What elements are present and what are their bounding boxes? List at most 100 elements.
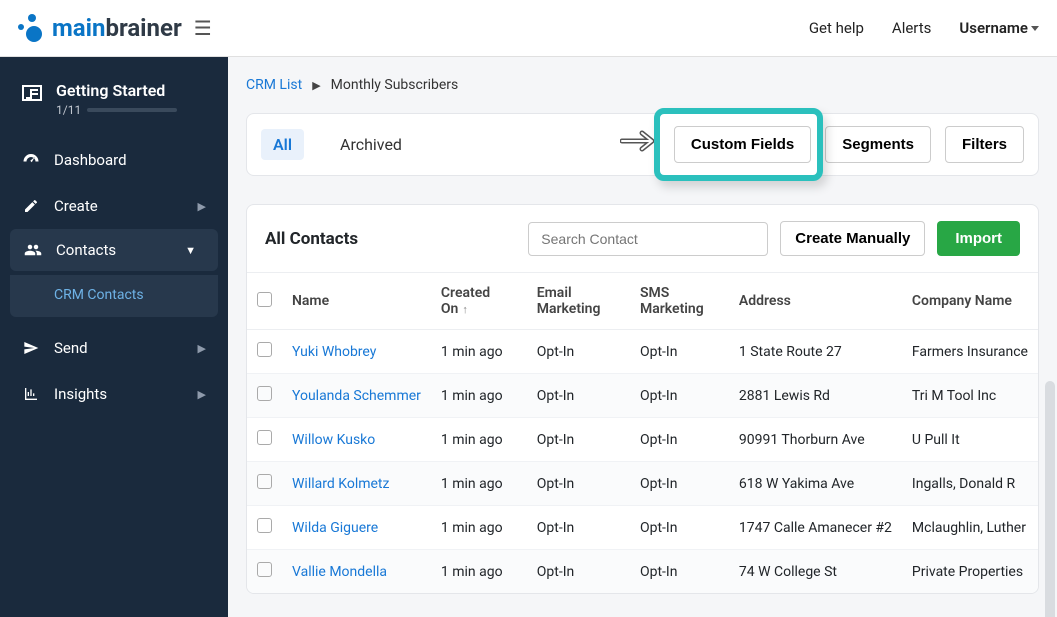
contact-name-link[interactable]: Youlanda Schemmer (292, 388, 421, 404)
paper-plane-icon (22, 339, 40, 357)
row-checkbox[interactable] (257, 430, 272, 445)
table-row[interactable]: Youlanda Schemmer1 min agoOpt-InOpt-In28… (247, 374, 1038, 418)
sidebar-item-insights[interactable]: Insights ▶ (0, 371, 228, 417)
cell-company: Mclaughlin, Luther (902, 506, 1038, 550)
contact-name-link[interactable]: Willard Kolmetz (292, 476, 389, 492)
search-input[interactable] (528, 222, 768, 256)
chevron-right-icon: ▶ (198, 342, 206, 355)
sidebar-item-label: Insights (54, 385, 107, 403)
row-checkbox[interactable] (257, 386, 272, 401)
table-row[interactable]: Willard Kolmetz1 min agoOpt-InOpt-In618 … (247, 462, 1038, 506)
cell-sms: Opt-In (630, 330, 729, 374)
col-company[interactable]: Company Name (902, 273, 1038, 330)
row-checkbox[interactable] (257, 474, 272, 489)
chart-icon (22, 385, 40, 403)
logo-text-sub: brainer (105, 14, 181, 42)
sidebar-subitem-crm-contacts[interactable]: CRM Contacts (10, 275, 218, 317)
chevron-right-icon: ▶ (198, 388, 206, 401)
create-manually-button[interactable]: Create Manually (780, 221, 925, 256)
topbar-right: Get help Alerts Username (809, 19, 1039, 37)
tab-all[interactable]: All (261, 129, 304, 160)
import-button[interactable]: Import (937, 221, 1020, 256)
cell-sms: Opt-In (630, 418, 729, 462)
sidebar-item-label: Send (54, 339, 88, 357)
cell-email: Opt-In (527, 594, 630, 595)
cell-sms: Opt-In (630, 506, 729, 550)
gauge-icon (22, 151, 40, 169)
cell-sms: Opt-In (630, 374, 729, 418)
sidebar-item-dashboard[interactable]: Dashboard (0, 137, 228, 183)
pencil-icon (22, 197, 40, 215)
col-email-marketing[interactable]: Email Marketing (527, 273, 630, 330)
col-sms-marketing[interactable]: SMS Marketing (630, 273, 729, 330)
col-created[interactable]: Created On↑ (431, 273, 527, 330)
content: CRM List ▶ Monthly Subscribers All Archi… (228, 57, 1057, 617)
breadcrumb-root[interactable]: CRM List (246, 77, 302, 93)
sidebar-item-label: Contacts (56, 241, 116, 259)
table-header-row: Name Created On↑ Email Marketing SMS Mar… (247, 273, 1038, 330)
sidebar-item-send[interactable]: Send ▶ (0, 325, 228, 371)
sidebar-item-create[interactable]: Create ▶ (0, 183, 228, 229)
sidebar: Getting Started 1/11 Dashboard Create ▶ (0, 57, 228, 617)
cell-email: Opt-In (527, 330, 630, 374)
row-checkbox[interactable] (257, 518, 272, 533)
user-menu[interactable]: Username (959, 19, 1039, 37)
chevron-down-icon: ▼ (185, 244, 196, 257)
contact-name-link[interactable]: Yuki Whobrey (292, 344, 376, 360)
row-checkbox[interactable] (257, 342, 272, 357)
contacts-panel: All Contacts Create Manually Import Name… (246, 204, 1039, 594)
hamburger-icon[interactable]: ☰ (194, 16, 212, 40)
cell-created: 1 min ago (431, 594, 527, 595)
cell-sms: Opt-In (630, 550, 729, 594)
contact-name-link[interactable]: Vallie Mondella (292, 564, 387, 580)
cell-company: Farmers Insurance (902, 330, 1038, 374)
row-checkbox[interactable] (257, 562, 272, 577)
getting-started[interactable]: Getting Started 1/11 (0, 81, 228, 137)
cell-email: Opt-In (527, 418, 630, 462)
cell-created: 1 min ago (431, 418, 527, 462)
segments-button[interactable]: Segments (825, 126, 931, 163)
contact-name-link[interactable]: Wilda Giguere (292, 520, 378, 536)
custom-fields-button[interactable]: Custom Fields (674, 126, 811, 163)
cell-address: 2881 Lewis Rd (729, 374, 902, 418)
breadcrumb-current: Monthly Subscribers (331, 77, 459, 93)
cell-company: Mark Iv Press Ltd (902, 594, 1038, 595)
sort-asc-icon: ↑ (462, 303, 468, 316)
sidebar-item-contacts[interactable]: Contacts ▼ (10, 229, 218, 271)
contact-name-link[interactable]: Willow Kusko (292, 432, 375, 448)
cell-created: 1 min ago (431, 550, 527, 594)
get-help-link[interactable]: Get help (809, 19, 864, 37)
cell-created: 1 min ago (431, 374, 527, 418)
table-row[interactable]: Vallie Mondella1 min agoOpt-InOpt-In74 W… (247, 550, 1038, 594)
sidebar-item-label: Create (54, 197, 98, 215)
topbar: mainbrainer ☰ Get help Alerts Username (0, 0, 1057, 57)
col-address[interactable]: Address (729, 273, 902, 330)
cell-email: Opt-In (527, 374, 630, 418)
cell-sms: Opt-In (630, 594, 729, 595)
getting-started-title: Getting Started (56, 81, 177, 100)
alerts-link[interactable]: Alerts (892, 19, 932, 37)
cell-company: Ingalls, Donald R (902, 462, 1038, 506)
select-all-checkbox[interactable] (257, 292, 272, 307)
topbar-left: mainbrainer ☰ (18, 14, 212, 42)
table-row[interactable]: Willow Kusko1 min agoOpt-InOpt-In90991 T… (247, 418, 1038, 462)
username-label: Username (959, 19, 1028, 37)
table-row[interactable]: Viva Toelkes1 min agoOpt-InOpt-In4284 Do… (247, 594, 1038, 595)
cell-address: 1747 Calle Amanecer #2 (729, 506, 902, 550)
col-name[interactable]: Name (282, 273, 431, 330)
scrollbar[interactable] (1045, 381, 1055, 617)
cell-company: U Pull It (902, 418, 1038, 462)
callout-arrow-icon (620, 128, 658, 158)
table-row[interactable]: Wilda Giguere1 min agoOpt-InOpt-In1747 C… (247, 506, 1038, 550)
cell-company: Private Properties (902, 550, 1038, 594)
cell-address: 618 W Yakima Ave (729, 462, 902, 506)
filters-button[interactable]: Filters (945, 126, 1024, 163)
cell-email: Opt-In (527, 462, 630, 506)
filter-bar: All Archived Custom Fields Segments Filt… (246, 113, 1039, 176)
sidebar-item-label: Dashboard (54, 151, 127, 169)
cell-email: Opt-In (527, 506, 630, 550)
tab-archived[interactable]: Archived (328, 129, 414, 160)
table-row[interactable]: Yuki Whobrey1 min agoOpt-InOpt-In1 State… (247, 330, 1038, 374)
logo[interactable]: mainbrainer (18, 14, 182, 42)
cell-email: Opt-In (527, 550, 630, 594)
